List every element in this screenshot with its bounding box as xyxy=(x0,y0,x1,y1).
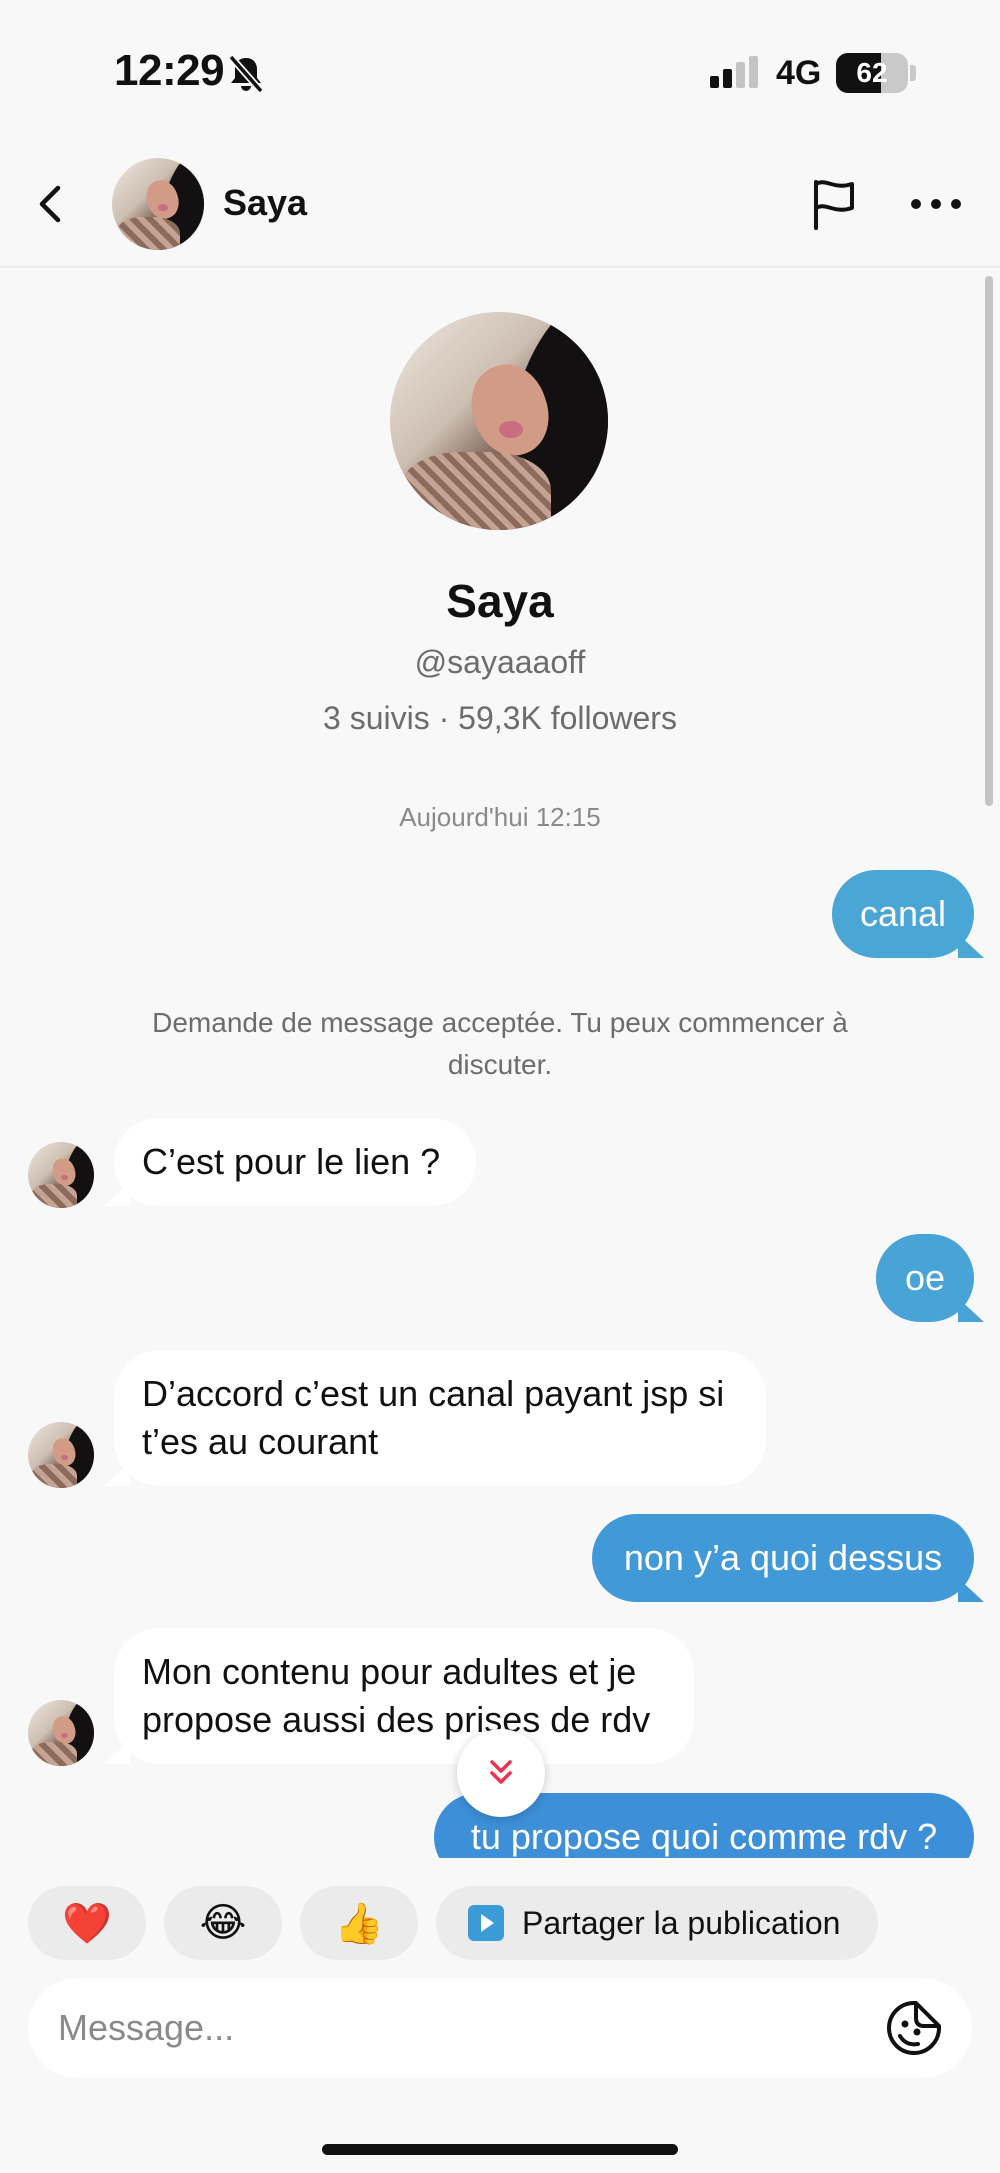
share-post-button[interactable]: Partager la publication xyxy=(436,1886,878,1960)
home-indicator xyxy=(322,2144,678,2155)
status-time: 12:29 xyxy=(114,46,225,95)
profile-handle: @sayaaaoff xyxy=(414,644,586,680)
profile-name: Saya xyxy=(446,575,554,627)
outgoing-message[interactable]: oe xyxy=(876,1234,974,1322)
header-avatar[interactable] xyxy=(112,158,204,250)
outgoing-message[interactable]: non y’a quoi dessus xyxy=(592,1514,974,1602)
share-post-label: Partager la publication xyxy=(522,1904,841,1941)
sticker-icon[interactable] xyxy=(884,1998,944,2058)
back-button[interactable] xyxy=(26,180,74,228)
quick-reaction-thumbs-up[interactable]: 👍 xyxy=(300,1886,418,1960)
signal-icon xyxy=(710,56,758,88)
header-contact-name[interactable]: Saya xyxy=(223,182,307,224)
battery-level: 62 xyxy=(856,57,888,88)
bell-muted-icon xyxy=(228,54,264,94)
message-input[interactable] xyxy=(28,1978,972,2078)
scroll-to-bottom-button[interactable] xyxy=(457,1729,545,1817)
message-avatar[interactable] xyxy=(28,1142,94,1208)
profile-avatar[interactable] xyxy=(390,312,608,530)
chat-header: Saya xyxy=(0,140,1000,268)
double-chevron-down-icon xyxy=(490,1760,512,1784)
composer-area: ❤️ 😂 👍 Partager la publication xyxy=(0,1858,1000,2173)
incoming-message[interactable]: C’est pour le lien ? xyxy=(114,1118,476,1206)
more-options-button[interactable] xyxy=(906,184,966,224)
network-type: 4G xyxy=(776,54,822,92)
conversation-timestamp: Aujourd'hui 12:15 xyxy=(399,802,601,832)
system-note: Demande de message acceptée. Tu peux com… xyxy=(152,1007,848,1080)
profile-stats: 3 suivis · 59,3K followers xyxy=(323,700,677,736)
message-avatar[interactable] xyxy=(28,1422,94,1488)
quick-reaction-heart[interactable]: ❤️ xyxy=(28,1886,146,1960)
battery-icon: 62 xyxy=(836,53,908,93)
outgoing-message[interactable]: canal xyxy=(832,870,974,958)
status-bar: 12:29 4G 62 xyxy=(0,0,1000,140)
incoming-message[interactable]: D’accord c’est un canal payant jsp si t’… xyxy=(114,1350,766,1486)
quick-reaction-laugh[interactable]: 😂 xyxy=(164,1886,282,1960)
play-icon xyxy=(468,1905,504,1941)
battery-nub xyxy=(910,65,916,81)
message-avatar[interactable] xyxy=(28,1700,94,1766)
incoming-message[interactable]: Mon contenu pour adultes et je propose a… xyxy=(114,1628,694,1764)
report-flag-button[interactable] xyxy=(806,176,862,232)
